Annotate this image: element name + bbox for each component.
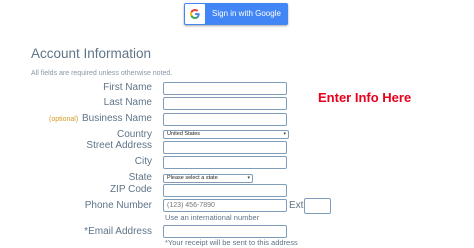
- city-label: City: [134, 156, 152, 167]
- enter-info-annotation: Enter Info Here: [318, 90, 412, 105]
- google-signin-label: Sign in with Google: [212, 9, 281, 18]
- chevron-down-icon: ▾: [283, 131, 286, 137]
- ext-label: Ext: [289, 200, 304, 211]
- business-name-field[interactable]: [163, 113, 287, 126]
- state-select[interactable]: Please select a state ▾: [163, 174, 253, 183]
- country-selected-value: United States: [167, 131, 201, 137]
- city-field[interactable]: [163, 156, 287, 169]
- state-label: State: [128, 172, 152, 183]
- email-hint: *Your receipt will be sent to this addre…: [165, 238, 298, 247]
- email-address-label: Email Address: [88, 226, 152, 237]
- google-g-icon: [185, 4, 205, 24]
- country-select[interactable]: United States ▾: [163, 130, 289, 139]
- email-label-group: *Email Address: [84, 226, 152, 237]
- street-address-label: Street Address: [86, 140, 152, 151]
- business-name-label: Business Name: [81, 113, 152, 124]
- first-name-field[interactable]: [163, 82, 287, 95]
- email-address-field[interactable]: [163, 225, 287, 238]
- phone-number-label: Phone Number: [84, 200, 152, 211]
- street-address-field[interactable]: [163, 141, 287, 154]
- ext-field[interactable]: [304, 198, 331, 214]
- business-name-label-group: (optional) Business Name: [49, 113, 152, 124]
- phone-number-field[interactable]: [163, 199, 287, 212]
- zip-code-label: ZIP Code: [109, 184, 152, 195]
- country-label: Country: [116, 129, 152, 140]
- optional-tag: (optional): [49, 116, 79, 123]
- google-signin-button[interactable]: Sign in with Google: [184, 3, 288, 25]
- section-title: Account Information: [31, 46, 152, 61]
- first-name-label: First Name: [103, 82, 152, 93]
- required-note: All fields are required unless otherwise…: [31, 70, 173, 77]
- state-selected-value: Please select a state: [167, 175, 218, 181]
- last-name-label: Last Name: [103, 97, 152, 108]
- last-name-field[interactable]: [163, 97, 287, 110]
- phone-hint: Use an international number: [165, 213, 260, 222]
- zip-code-field[interactable]: [163, 184, 287, 197]
- chevron-down-icon: ▾: [247, 175, 250, 181]
